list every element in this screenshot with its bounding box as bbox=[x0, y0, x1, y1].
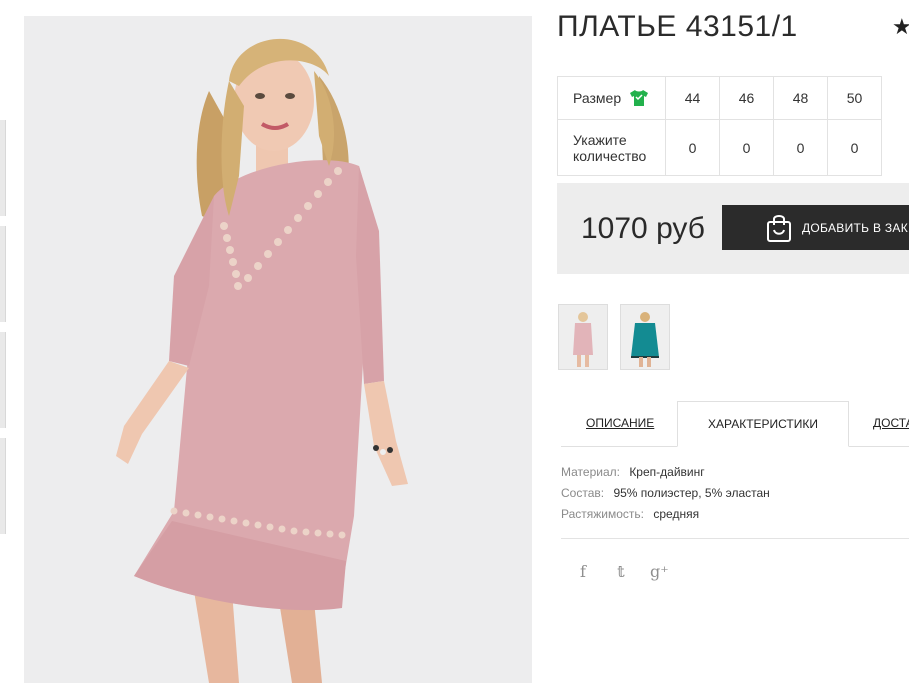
spec-value: средняя bbox=[653, 507, 700, 521]
quantity-label-line2: количество bbox=[573, 147, 647, 164]
tab-delivery[interactable]: ДОСТА bbox=[873, 401, 909, 446]
spec-key: Материал: bbox=[561, 465, 620, 479]
variant-thumbnail-teal[interactable] bbox=[620, 304, 670, 370]
tab-description[interactable]: ОПИСАНИЕ bbox=[586, 401, 654, 446]
shopping-bag-icon bbox=[767, 214, 791, 242]
size-quantity-table: Размер 44 46 48 50 Укажите количество 0 … bbox=[557, 76, 882, 176]
quantity-label-line1: Укажите bbox=[573, 131, 627, 148]
quantity-row: Укажите количество 0 0 0 0 bbox=[557, 119, 882, 176]
size-row: Размер 44 46 48 50 bbox=[557, 76, 882, 120]
size-option[interactable]: 44 bbox=[665, 76, 720, 120]
size-label: Размер bbox=[573, 90, 622, 106]
social-share: f 𝕥 g⁺ bbox=[574, 562, 669, 581]
quantity-input[interactable]: 0 bbox=[719, 119, 774, 176]
thumbnail-strip bbox=[0, 120, 6, 544]
spec-row-composition: Состав: 95% полиэстер, 5% эластан bbox=[561, 483, 770, 504]
size-option[interactable]: 46 bbox=[719, 76, 774, 120]
product-price: 1070 руб bbox=[581, 212, 705, 245]
add-to-cart-label: ДОБАВИТЬ В ЗАК bbox=[802, 220, 909, 235]
thumbnail-tab[interactable] bbox=[0, 438, 6, 534]
thumbnail-tab[interactable] bbox=[0, 120, 6, 216]
size-option[interactable]: 48 bbox=[773, 76, 828, 120]
size-label-cell: Размер bbox=[557, 76, 666, 120]
spec-row-material: Материал: Креп-дайвинг bbox=[561, 462, 770, 483]
tab-characteristics[interactable]: ХАРАКТЕРИСТИКИ bbox=[677, 401, 849, 447]
variant-pink-image bbox=[559, 305, 607, 369]
spec-key: Состав: bbox=[561, 486, 605, 500]
quantity-input[interactable]: 0 bbox=[827, 119, 882, 176]
variant-thumbnail-pink[interactable] bbox=[558, 304, 608, 370]
add-to-cart-button[interactable]: ДОБАВИТЬ В ЗАК bbox=[722, 205, 909, 250]
spec-value: 95% полиэстер, 5% эластан bbox=[613, 486, 770, 500]
tshirt-icon[interactable] bbox=[629, 89, 649, 107]
quantity-input[interactable]: 0 bbox=[773, 119, 828, 176]
variant-teal-image bbox=[621, 305, 669, 369]
spec-value: Креп-дайвинг bbox=[629, 465, 705, 479]
size-option[interactable]: 50 bbox=[827, 76, 882, 120]
thumbnail-tab[interactable] bbox=[0, 332, 6, 428]
twitter-icon[interactable]: 𝕥 bbox=[612, 562, 630, 581]
spec-row-stretch: Растяжимость: средняя bbox=[561, 504, 770, 525]
favorite-star-icon[interactable]: ★ bbox=[892, 14, 909, 40]
spec-key: Растяжимость: bbox=[561, 507, 645, 521]
product-photo-illustration bbox=[24, 16, 532, 683]
product-title: ПЛАТЬЕ 43151/1 bbox=[557, 10, 798, 43]
divider bbox=[561, 538, 909, 539]
facebook-icon[interactable]: f bbox=[574, 562, 592, 581]
quantity-label-cell: Укажите количество bbox=[557, 119, 666, 176]
google-plus-icon[interactable]: g⁺ bbox=[650, 562, 669, 581]
quantity-input[interactable]: 0 bbox=[665, 119, 720, 176]
buy-box: 1070 руб ДОБАВИТЬ В ЗАК bbox=[557, 183, 909, 274]
color-variants bbox=[558, 304, 670, 370]
product-main-photo[interactable] bbox=[24, 16, 532, 683]
thumbnail-tab[interactable] bbox=[0, 226, 6, 322]
characteristics-list: Материал: Креп-дайвинг Состав: 95% полиэ… bbox=[561, 462, 770, 525]
product-info-tabs: ОПИСАНИЕ ХАРАКТЕРИСТИКИ ДОСТА bbox=[561, 401, 909, 447]
